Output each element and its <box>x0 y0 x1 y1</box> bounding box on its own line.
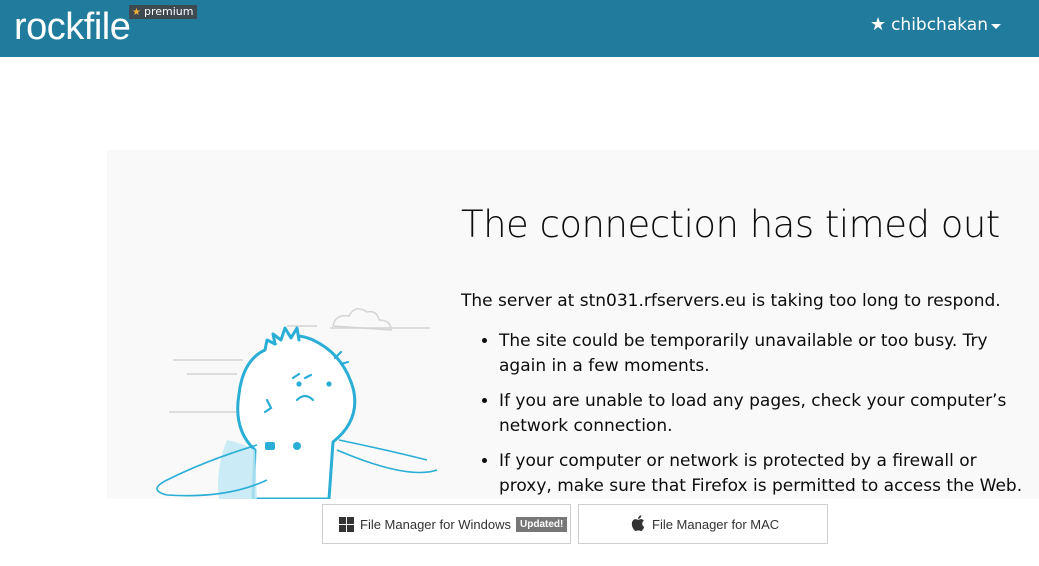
error-content: The connection has timed out The server … <box>461 202 1031 499</box>
star-icon: ★ <box>869 14 887 35</box>
username: chibchakan <box>891 15 988 35</box>
premium-badge: ★ premium <box>129 5 198 19</box>
top-navbar: rockfile ★ premium ★ chibchakan <box>0 0 1039 57</box>
rockfile-logo[interactable]: rockfile <box>14 4 131 50</box>
suggestion-item: The site could be temporarily unavailabl… <box>499 329 1031 379</box>
suggestion-item: If you are unable to load any pages, che… <box>499 389 1031 439</box>
mac-download-label: File Manager for MAC <box>652 516 780 532</box>
error-panel: The connection has timed out The server … <box>107 150 1039 499</box>
error-message: The server at stn031.rfservers.eu is tak… <box>461 291 1001 311</box>
error-suggestions: The site could be temporarily unavailabl… <box>461 329 1031 499</box>
error-title: The connection has timed out <box>461 203 1000 246</box>
suggestion-item: If your computer or network is protected… <box>499 449 1031 499</box>
user-menu[interactable]: ★ chibchakan <box>870 14 1001 36</box>
windows-download-label: File Manager for Windows <box>360 516 511 532</box>
star-icon: ★ <box>132 7 141 18</box>
windows-icon <box>339 516 354 532</box>
updated-badge: Updated! <box>516 516 568 532</box>
error-illustration <box>156 308 437 499</box>
file-manager-windows-button[interactable]: File Manager for Windows Updated! <box>322 504 571 544</box>
apple-icon <box>631 515 645 531</box>
premium-label: premium <box>143 5 194 18</box>
caret-down-icon <box>991 23 1001 29</box>
file-manager-mac-button[interactable]: File Manager for MAC <box>578 504 828 544</box>
